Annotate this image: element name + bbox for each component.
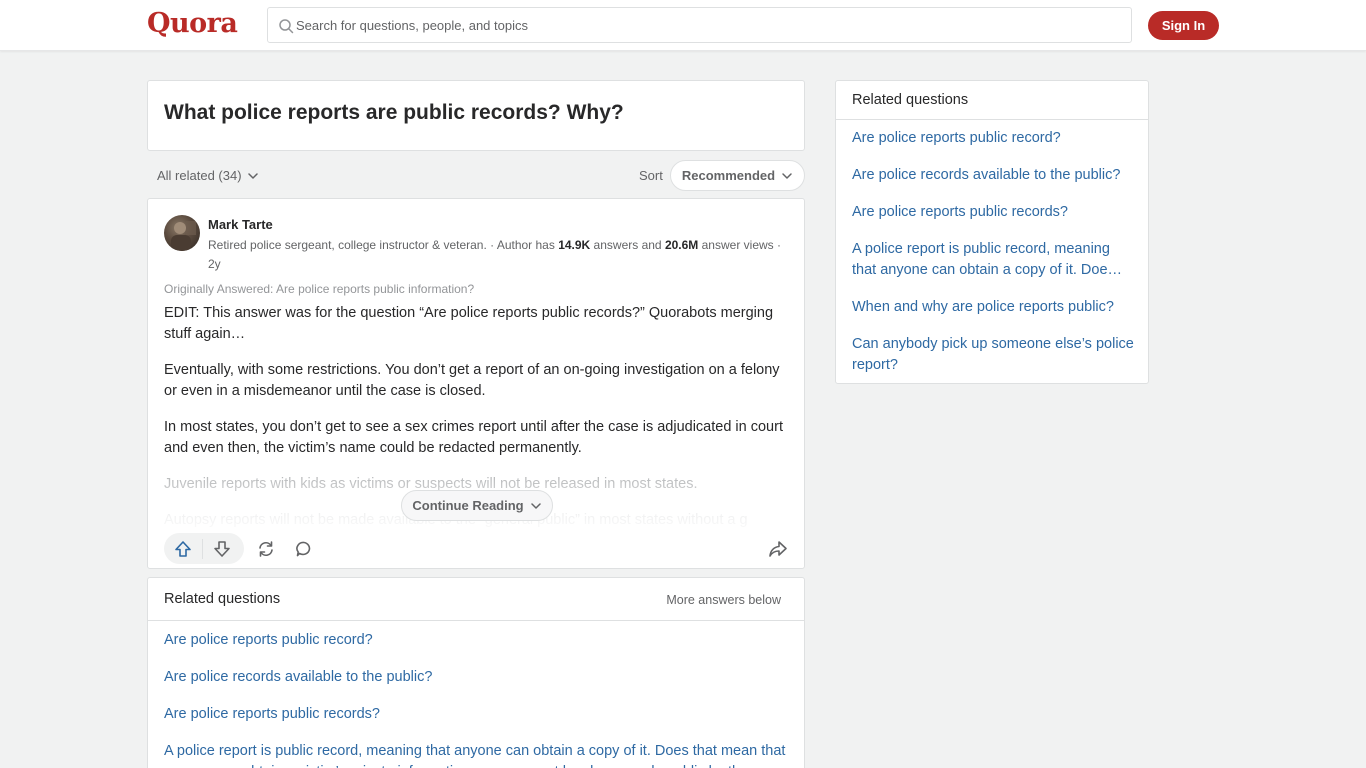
author-credential: Retired police sergeant, college instruc… [208,236,788,274]
sidebar-question-link[interactable]: Are police records available to the publ… [852,165,1137,186]
chevron-down-icon [530,502,541,509]
search-input[interactable] [296,8,1116,42]
quora-logo[interactable]: Quora [147,8,238,39]
chevron-down-icon [247,172,258,179]
sidebar-question-link[interactable]: Can anybody pick up someone else’s polic… [852,334,1137,376]
chevron-down-icon [782,172,792,179]
upvote-icon [175,540,191,557]
all-related-filter[interactable]: All related (34) [157,168,259,183]
sidebar-title: Related questions [852,92,969,108]
credential-mid: answers and [590,238,665,252]
sidebar-header: Related questions [836,81,1148,120]
credential-prefix: Retired police sergeant, college instruc… [208,238,559,252]
downvote-button[interactable] [203,533,241,564]
sort-label: Sort [639,168,663,183]
sort-value: Recommended [681,168,776,183]
answer-paragraph: EDIT: This answer was for the question “… [164,305,774,342]
share-arrow-icon [769,541,787,557]
sort-dropdown[interactable]: Recommended [670,160,805,191]
originally-answered: Originally Answered: Are police reports … [164,282,475,296]
continue-reading-label: Continue Reading [412,498,524,513]
continue-reading-button[interactable]: Continue Reading [401,490,553,521]
views-count: 20.6M [664,238,699,252]
sign-in-button[interactable]: Sign In [1148,11,1219,40]
avatar-image [171,221,196,251]
downvote-icon [214,540,230,557]
related-questions-header: Related questions More answers below [148,578,804,621]
answers-count: 14.9K [558,238,591,252]
all-related-label: All related (34) [157,168,242,183]
sidebar-question-link[interactable]: A police report is public record, meanin… [852,239,1137,281]
top-header: Quora Sign In [0,0,1366,51]
related-questions-title: Related questions [164,591,281,607]
related-question-link[interactable]: Are police records available to the publ… [164,667,789,688]
comment-icon [296,541,311,557]
related-questions-card: Related questions More answers below Are… [147,577,805,768]
upvote-button[interactable] [164,533,202,564]
sidebar-question-link[interactable]: Are police reports public records? [852,202,1137,223]
answer-paragraph: In most states, you don’t get to see a s… [164,419,783,456]
sidebar-related-questions: Related questions Are police reports pub… [835,80,1149,384]
answer-paragraph: Eventually, with some restrictions. You … [164,362,780,399]
question-card: What police reports are public records? … [147,80,805,151]
search-bar[interactable] [267,7,1132,43]
sidebar-question-link[interactable]: Are police reports public record? [852,128,1137,149]
comment-button[interactable] [293,538,315,560]
share-button[interactable] [767,538,789,560]
reshare-icon [259,541,273,557]
related-question-link[interactable]: Are police reports public records? [164,704,789,725]
related-question-link[interactable]: Are police reports public record? [164,630,789,651]
answer-card: Mark Tarte Retired police sergeant, coll… [147,198,805,569]
author-name[interactable]: Mark Tarte [208,217,273,232]
share-reshare-button[interactable] [255,538,277,560]
sidebar-question-link[interactable]: When and why are police reports public? [852,297,1137,318]
avatar[interactable] [164,215,200,251]
search-icon [279,19,294,34]
vote-controls [164,533,244,564]
more-answers-below: More answers below [666,593,781,607]
question-title: What police reports are public records? … [164,101,624,124]
related-question-link[interactable]: A police report is public record, meanin… [164,741,789,768]
